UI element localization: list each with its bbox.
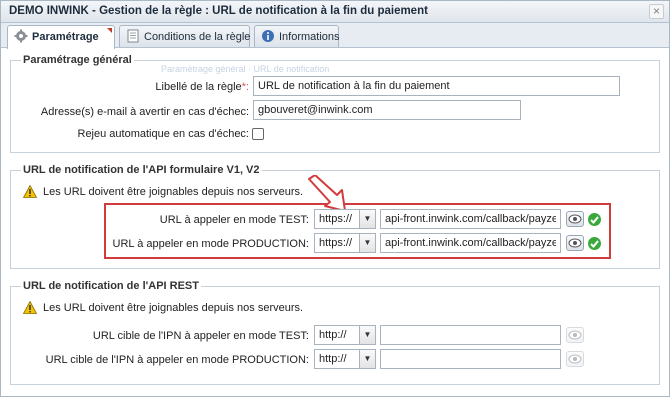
ghost-text: Paramétrage général · URL de notificatio… — [161, 64, 330, 74]
preview-button[interactable] — [566, 235, 584, 251]
eye-icon — [568, 330, 582, 340]
chevron-down-icon: ▼ — [359, 326, 375, 344]
prod-protocol-select[interactable]: https:// ▼ — [314, 233, 376, 253]
ipn-prod-url-input[interactable] — [380, 349, 561, 369]
title-bar: DEMO INWINK - Gestion de la règle : URL … — [1, 1, 669, 23]
tab-label: Conditions de la règle — [144, 31, 251, 43]
tab-conditions[interactable]: Conditions de la règle — [119, 25, 250, 47]
warning-icon — [22, 300, 38, 314]
preview-button[interactable] — [566, 351, 584, 367]
api-form-legend: URL de notification de l'API formulaire … — [23, 164, 260, 176]
close-icon: × — [652, 4, 660, 18]
prod-url-label: URL à appeler en mode PRODUCTION: — [112, 238, 309, 250]
email-label: Adresse(s) e-mail à avertir en cas d'éch… — [40, 106, 249, 118]
test-protocol-select[interactable]: https:// ▼ — [314, 209, 376, 229]
arrow-annotation — [308, 175, 346, 212]
ipn-test-label: URL cible de l'IPN à appeler en mode TES… — [92, 330, 309, 342]
replay-label: Rejeu automatique en cas d'échec: — [77, 128, 250, 140]
ipn-prod-label: URL cible de l'IPN à appeler en mode PRO… — [45, 354, 309, 366]
check-icon — [588, 213, 601, 226]
chevron-down-icon: ▼ — [359, 234, 375, 252]
api-form-warning: Les URL doivent être joignables depuis n… — [22, 184, 304, 198]
close-button[interactable]: × — [649, 4, 664, 19]
test-url-label: URL à appeler en mode TEST: — [159, 214, 309, 226]
ipn-prod-protocol-select[interactable]: http:// ▼ — [314, 349, 376, 369]
select-value: http:// — [319, 353, 347, 365]
email-field[interactable] — [253, 100, 521, 120]
gear-icon — [14, 29, 28, 43]
tab-strip: Paramétrage Conditions de la règle Infor… — [1, 23, 669, 49]
prod-url-input[interactable] — [380, 233, 561, 253]
info-icon — [261, 29, 275, 43]
dialog-window: DEMO INWINK - Gestion de la règle : URL … — [0, 0, 670, 397]
api-rest-warning: Les URL doivent être joignables depuis n… — [22, 300, 304, 314]
tab-parametrage[interactable]: Paramétrage — [7, 25, 115, 49]
eye-icon — [568, 238, 582, 248]
chevron-down-icon: ▼ — [359, 210, 375, 228]
general-legend: Paramétrage général — [23, 54, 132, 66]
ipn-test-protocol-select[interactable]: http:// ▼ — [314, 325, 376, 345]
document-icon — [126, 29, 140, 43]
rule-label: Libellé de la règle*: — [155, 81, 249, 93]
preview-button[interactable] — [566, 327, 584, 343]
select-value: http:// — [319, 329, 347, 341]
api-rest-legend: URL de notification de l'API REST — [23, 280, 199, 292]
warning-text: Les URL doivent être joignables depuis n… — [43, 186, 304, 198]
tab-informations[interactable]: Informations — [254, 25, 340, 47]
replay-checkbox[interactable] — [252, 128, 264, 140]
warning-icon — [22, 184, 38, 198]
eye-icon — [568, 214, 582, 224]
tab-label: Paramétrage — [32, 31, 99, 43]
ipn-test-url-input[interactable] — [380, 325, 561, 345]
select-value: https:// — [319, 213, 353, 225]
warning-text: Les URL doivent être joignables depuis n… — [43, 302, 304, 314]
check-icon — [588, 237, 601, 250]
window-title: DEMO INWINK - Gestion de la règle : URL … — [9, 5, 428, 17]
preview-button[interactable] — [566, 211, 584, 227]
select-value: https:// — [319, 237, 353, 249]
tab-corner-marker — [107, 28, 112, 33]
test-url-input[interactable] — [380, 209, 561, 229]
rule-name-input[interactable] — [253, 76, 620, 96]
chevron-down-icon: ▼ — [359, 350, 375, 368]
eye-icon — [568, 354, 582, 364]
tab-label: Informations — [279, 31, 340, 43]
